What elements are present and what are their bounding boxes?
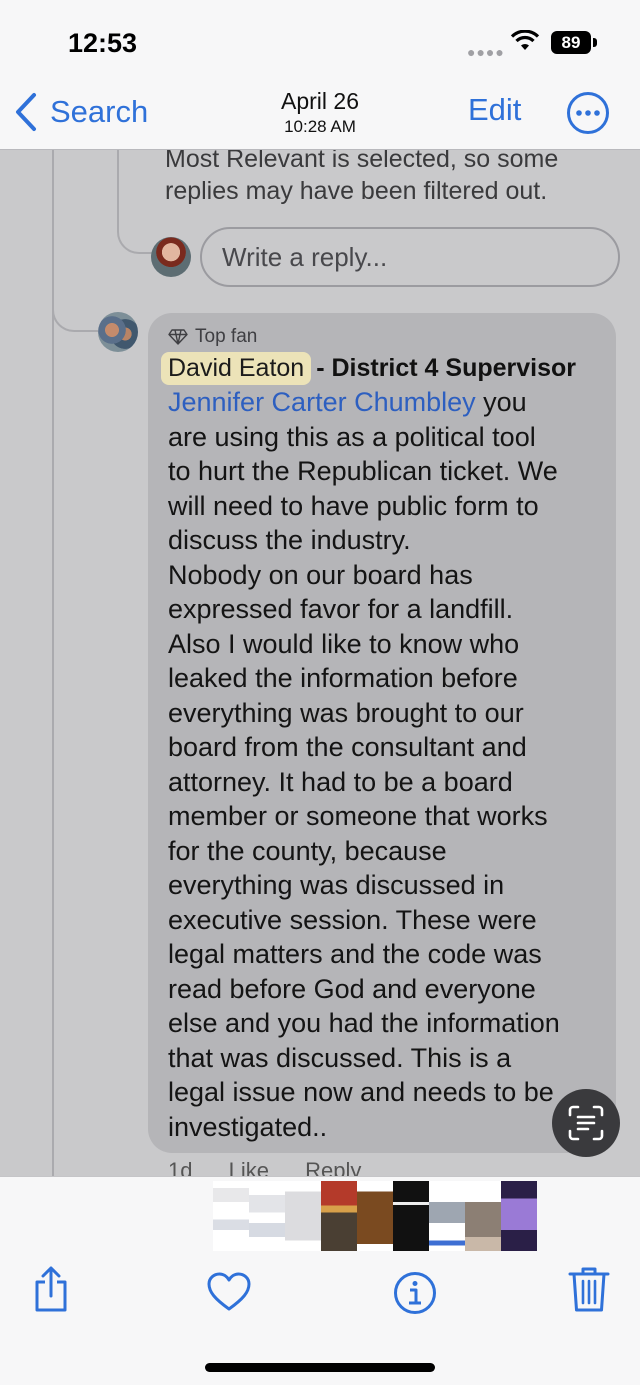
comment-line: for the county, because: [168, 835, 447, 866]
battery-tip: [593, 38, 597, 47]
comment-text: you: [475, 387, 527, 417]
comment-line: are using this as a political tool: [168, 421, 536, 452]
comment-line: Also I would like to know who: [168, 628, 520, 659]
comment-line: executive session. These were: [168, 904, 537, 935]
share-icon: [35, 1266, 67, 1312]
battery-indicator: 89: [551, 31, 591, 54]
wifi-icon: [510, 29, 540, 57]
top-bar: 12:53 ●●●● 89 Search April 26 10:28 AM E…: [0, 0, 640, 150]
author-name[interactable]: David Eaton: [161, 352, 312, 385]
photo-thumbnail[interactable]: [429, 1181, 465, 1251]
photo-date: April 26: [281, 88, 359, 114]
photo-time: 10:28 AM: [284, 117, 356, 136]
comment-line: everything was brought to our: [168, 697, 524, 728]
comment-line: that was discussed. This is a: [168, 1042, 512, 1073]
comment-age: 1d: [168, 1158, 193, 1176]
comment-line: legal matters and the code was: [168, 939, 542, 969]
comment-meta: 1d Like Reply: [168, 1158, 391, 1176]
filter-note-line: Most Relevant is selected, so some: [165, 150, 559, 173]
filter-note: Most Relevant is selected, so some repli…: [165, 150, 615, 207]
comment-line: to hurt the Republican ticket. We: [168, 456, 558, 486]
avatar: [151, 237, 191, 277]
filter-note-line: replies may have been filtered out.: [165, 177, 548, 205]
chevron-left-icon: [16, 93, 36, 131]
comment-line: investigated..: [168, 1111, 328, 1142]
comment-line: member or someone that works: [168, 801, 548, 831]
back-button[interactable]: Search: [14, 90, 148, 134]
delete-button[interactable]: [568, 1265, 610, 1318]
photo-thumbnail[interactable]: [213, 1181, 249, 1251]
home-indicator: [205, 1363, 435, 1372]
photo-thumbnail[interactable]: [321, 1181, 357, 1251]
comment-line: attorney. It had to be a board: [168, 766, 513, 797]
bottom-toolbar: [0, 1176, 640, 1385]
back-label: Search: [50, 94, 149, 129]
reply-input[interactable]: Write a reply...: [200, 227, 620, 287]
comment-line: leaked the information before: [168, 663, 518, 693]
favorite-button[interactable]: [207, 1272, 251, 1317]
heart-icon: [207, 1272, 251, 1311]
thumbnail-strip[interactable]: [213, 1181, 537, 1251]
comment-line: everything was discussed in: [168, 870, 505, 900]
diamond-icon: [168, 329, 188, 345]
avatar[interactable]: [98, 312, 138, 352]
more-options-button[interactable]: [566, 91, 610, 140]
info-button[interactable]: [393, 1271, 437, 1320]
comment-line: Jennifer Carter Chumbley you: [168, 385, 608, 420]
photo-thumbnail[interactable]: [501, 1181, 537, 1251]
comment-line: Nobody on our board has: [168, 559, 473, 590]
author-title: - District 4 Supervisor: [316, 354, 577, 382]
trash-icon: [568, 1267, 610, 1312]
photo-thumbnail[interactable]: [465, 1181, 501, 1251]
edit-button[interactable]: Edit: [468, 92, 521, 128]
share-button[interactable]: [32, 1265, 70, 1318]
comment-line: discuss the industry.: [168, 525, 411, 555]
badge-label: Top fan: [195, 326, 258, 347]
like-link: Like: [228, 1158, 269, 1176]
mention-link[interactable]: Jennifer Carter Chumbley: [168, 387, 476, 417]
live-text-icon: [568, 1105, 604, 1141]
photo-content: Most Relevant is selected, so some repli…: [0, 150, 640, 1176]
comment-line: else and you had the information: [168, 1008, 560, 1038]
photo-thumbnail[interactable]: [393, 1181, 429, 1251]
comment-body: Jennifer Carter Chumbley you are using t…: [168, 385, 608, 1144]
thread-connector: [52, 290, 98, 332]
photo-thumbnail[interactable]: [249, 1181, 285, 1251]
photo-thumbnail[interactable]: [357, 1181, 393, 1251]
ellipsis-circle-icon: [567, 92, 609, 134]
comment-author: David Eaton - District 4 Supervisor: [161, 352, 576, 385]
comment-line: read before God and everyone: [168, 973, 536, 1004]
comment-line: expressed favor for a landfill.: [168, 594, 514, 624]
reply-link: Reply: [305, 1158, 362, 1176]
live-text-button[interactable]: [552, 1089, 620, 1157]
comment-line: legal issue now and needs to be: [168, 1077, 554, 1107]
photo-thumbnail[interactable]: [285, 1181, 321, 1251]
info-icon: [394, 1272, 436, 1314]
status-time: 12:53: [68, 28, 138, 58]
comment-line: will need to have public form to: [168, 490, 539, 521]
top-fan-badge: Top fan: [168, 326, 257, 348]
comment-line: board from the consultant and: [168, 732, 527, 762]
cellular-signal-icon: ●●●●: [467, 44, 505, 60]
thread-connector: [117, 212, 153, 254]
